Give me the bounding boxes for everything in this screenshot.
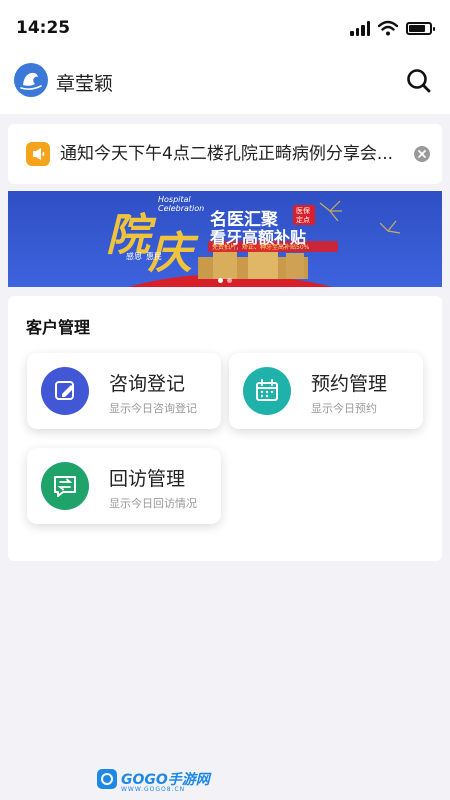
card-title: 咨询登记 [109,373,186,395]
section-title: 客户管理 [26,318,91,337]
close-icon[interactable] [414,146,430,162]
search-icon[interactable] [404,66,434,96]
battery-icon [406,21,435,35]
card-title: 回访管理 [109,468,186,490]
app-logo-icon [14,63,48,97]
pagination-dot[interactable] [218,278,223,283]
cellular-signal-icon [350,20,370,36]
wifi-icon [378,20,398,36]
status-icons [350,20,435,36]
banner-promo: 免费拍片，矫正、种牙至高补贴50% [212,244,310,251]
banner-slogan-2: 惠民 [146,252,162,261]
app-header: 章莹颖 [0,56,450,114]
page-title: 章莹颖 [56,73,114,95]
exchange-message-icon [41,462,89,510]
card-subtitle: 显示今日咨询登记 [109,402,197,415]
card-title: 预约管理 [311,373,388,395]
card-subtitle: 显示今日预约 [311,402,377,415]
promo-banner[interactable]: 院 庆 Hospital Celebration 感恩 惠民 名医汇聚 医保 定… [8,191,442,287]
appointment-management-card[interactable]: 预约管理 显示今日预约 [229,353,423,429]
notice-bar[interactable]: 通知今天下午4点二楼孔院正畸病例分享会... [8,124,442,184]
status-time: 14:25 [16,18,71,38]
banner-english-1: Hospital [158,195,191,204]
consultation-registration-card[interactable]: 咨询登记 显示今日咨询登记 [27,353,221,429]
watermark-logo: GOGO手游网 WWW.GOGO8.CN [97,768,210,793]
pagination-dot[interactable] [227,278,232,283]
banner-slogan-1: 感恩 [126,252,142,261]
banner-hanzi-2: 庆 [148,228,192,279]
notice-text: 通知今天下午4点二楼孔院正畸病例分享会... [60,144,394,164]
battery-level [409,24,425,32]
calendar-icon [243,367,291,415]
gamepad-icon [97,769,117,789]
banner-pagination [218,278,232,283]
card-subtitle: 显示今日回访情况 [109,497,197,510]
banner-english-2: Celebration [158,204,205,213]
customer-management-panel: 客户管理 咨询登记 显示今日咨询登记 预约管理 显示今日预约 回访管理 显示今日… [8,296,442,561]
status-bar: 14:25 [0,0,450,56]
watermark-sub: WWW.GOGO8.CN [121,786,186,793]
megaphone-icon [26,142,50,166]
follow-up-management-card[interactable]: 回访管理 显示今日回访情况 [27,448,221,524]
edit-icon [41,367,89,415]
